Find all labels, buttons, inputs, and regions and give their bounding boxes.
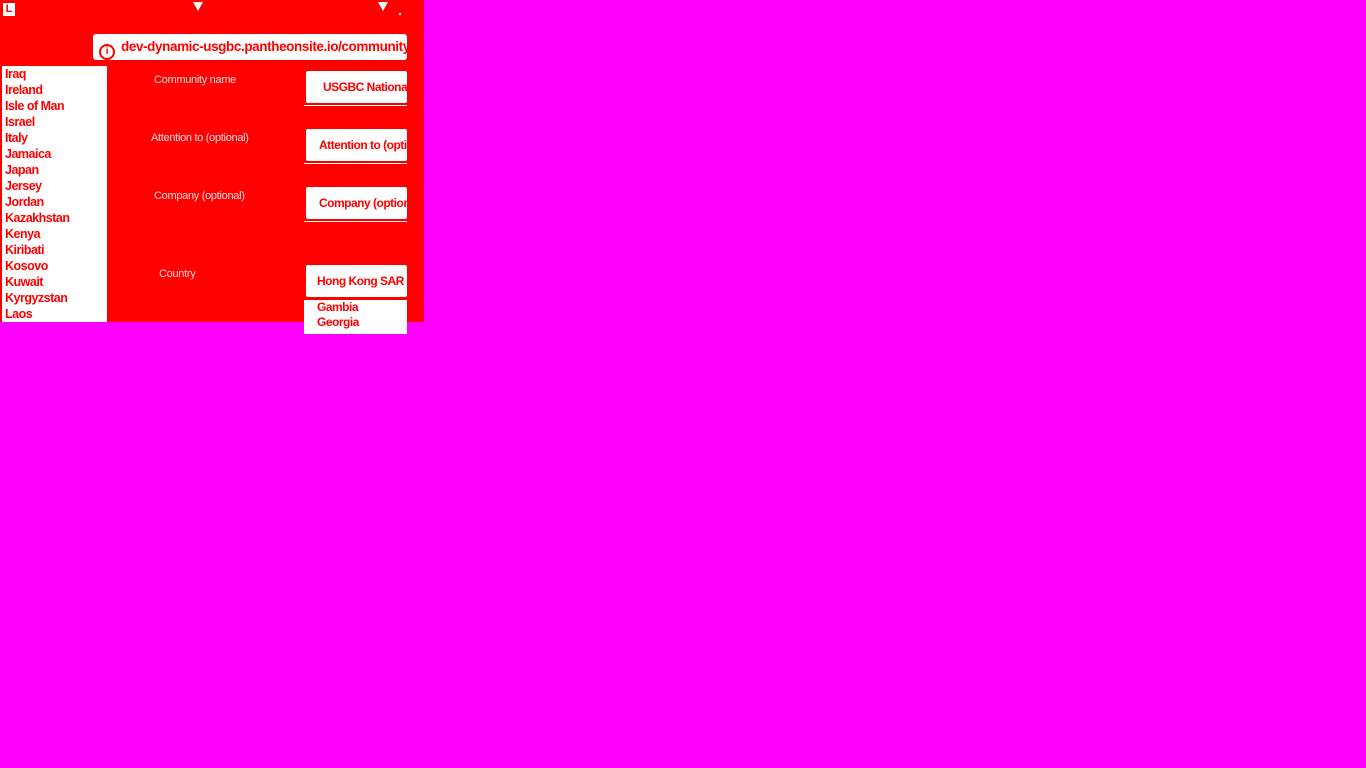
listbox-scrollbar[interactable] [106,66,107,322]
menu-dropdown-icon[interactable] [378,2,388,11]
country-select[interactable]: Hong Kong SAR [306,265,407,297]
list-item[interactable]: Kosovo [2,258,105,274]
address-bar[interactable]: i dev-dynamic-usgbc.pantheonsite.io/commu… [93,34,407,60]
list-item[interactable]: Kenya [2,226,105,242]
list-item[interactable]: Japan [2,162,105,178]
community-field[interactable]: USGBC National [306,71,407,103]
list-item[interactable]: Israel [2,114,105,130]
list-item[interactable]: Jersey [2,178,105,194]
dropdown-option[interactable]: Gambia [304,300,407,315]
community-label: Community name [154,74,236,86]
list-item[interactable]: Laos [2,306,105,322]
tab-dropdown-icon[interactable] [193,2,203,11]
country-label: Country [159,268,196,280]
list-item[interactable]: Italy [2,130,105,146]
list-item[interactable]: Kiribati [2,242,105,258]
list-item[interactable]: Kyrgyzstan [2,290,105,306]
field-underline [304,105,407,106]
dropdown-option[interactable]: Georgia [304,315,407,330]
menu-dot-icon [399,13,401,15]
tab-favicon-icon[interactable]: L [3,3,15,16]
list-item[interactable]: Jordan [2,194,105,210]
list-item[interactable]: Ireland [2,82,105,98]
field-underline [304,221,407,222]
list-item[interactable]: Iraq [2,66,105,82]
list-item[interactable]: Kuwait [2,274,105,290]
company-field[interactable]: Company (optional) [306,187,407,219]
info-icon[interactable]: i [99,44,115,60]
list-item[interactable]: Isle of Man [2,98,105,114]
list-item[interactable]: Kazakhstan [2,210,105,226]
country-listbox[interactable]: Iraq Ireland Isle of Man Israel Italy Ja… [2,66,107,322]
url-text: dev-dynamic-usgbc.pantheonsite.io/commun… [121,39,407,54]
attention-label: Attention to (optional) [151,132,249,144]
field-underline [304,163,407,164]
company-label: Company (optional) [154,190,245,202]
browser-window: L i dev-dynamic-usgbc.pantheonsite.io/com… [0,0,424,334]
attention-field[interactable]: Attention to (optional) [306,129,407,161]
list-item[interactable]: Jamaica [2,146,105,162]
country-dropdown[interactable]: Gambia Georgia [304,300,407,334]
